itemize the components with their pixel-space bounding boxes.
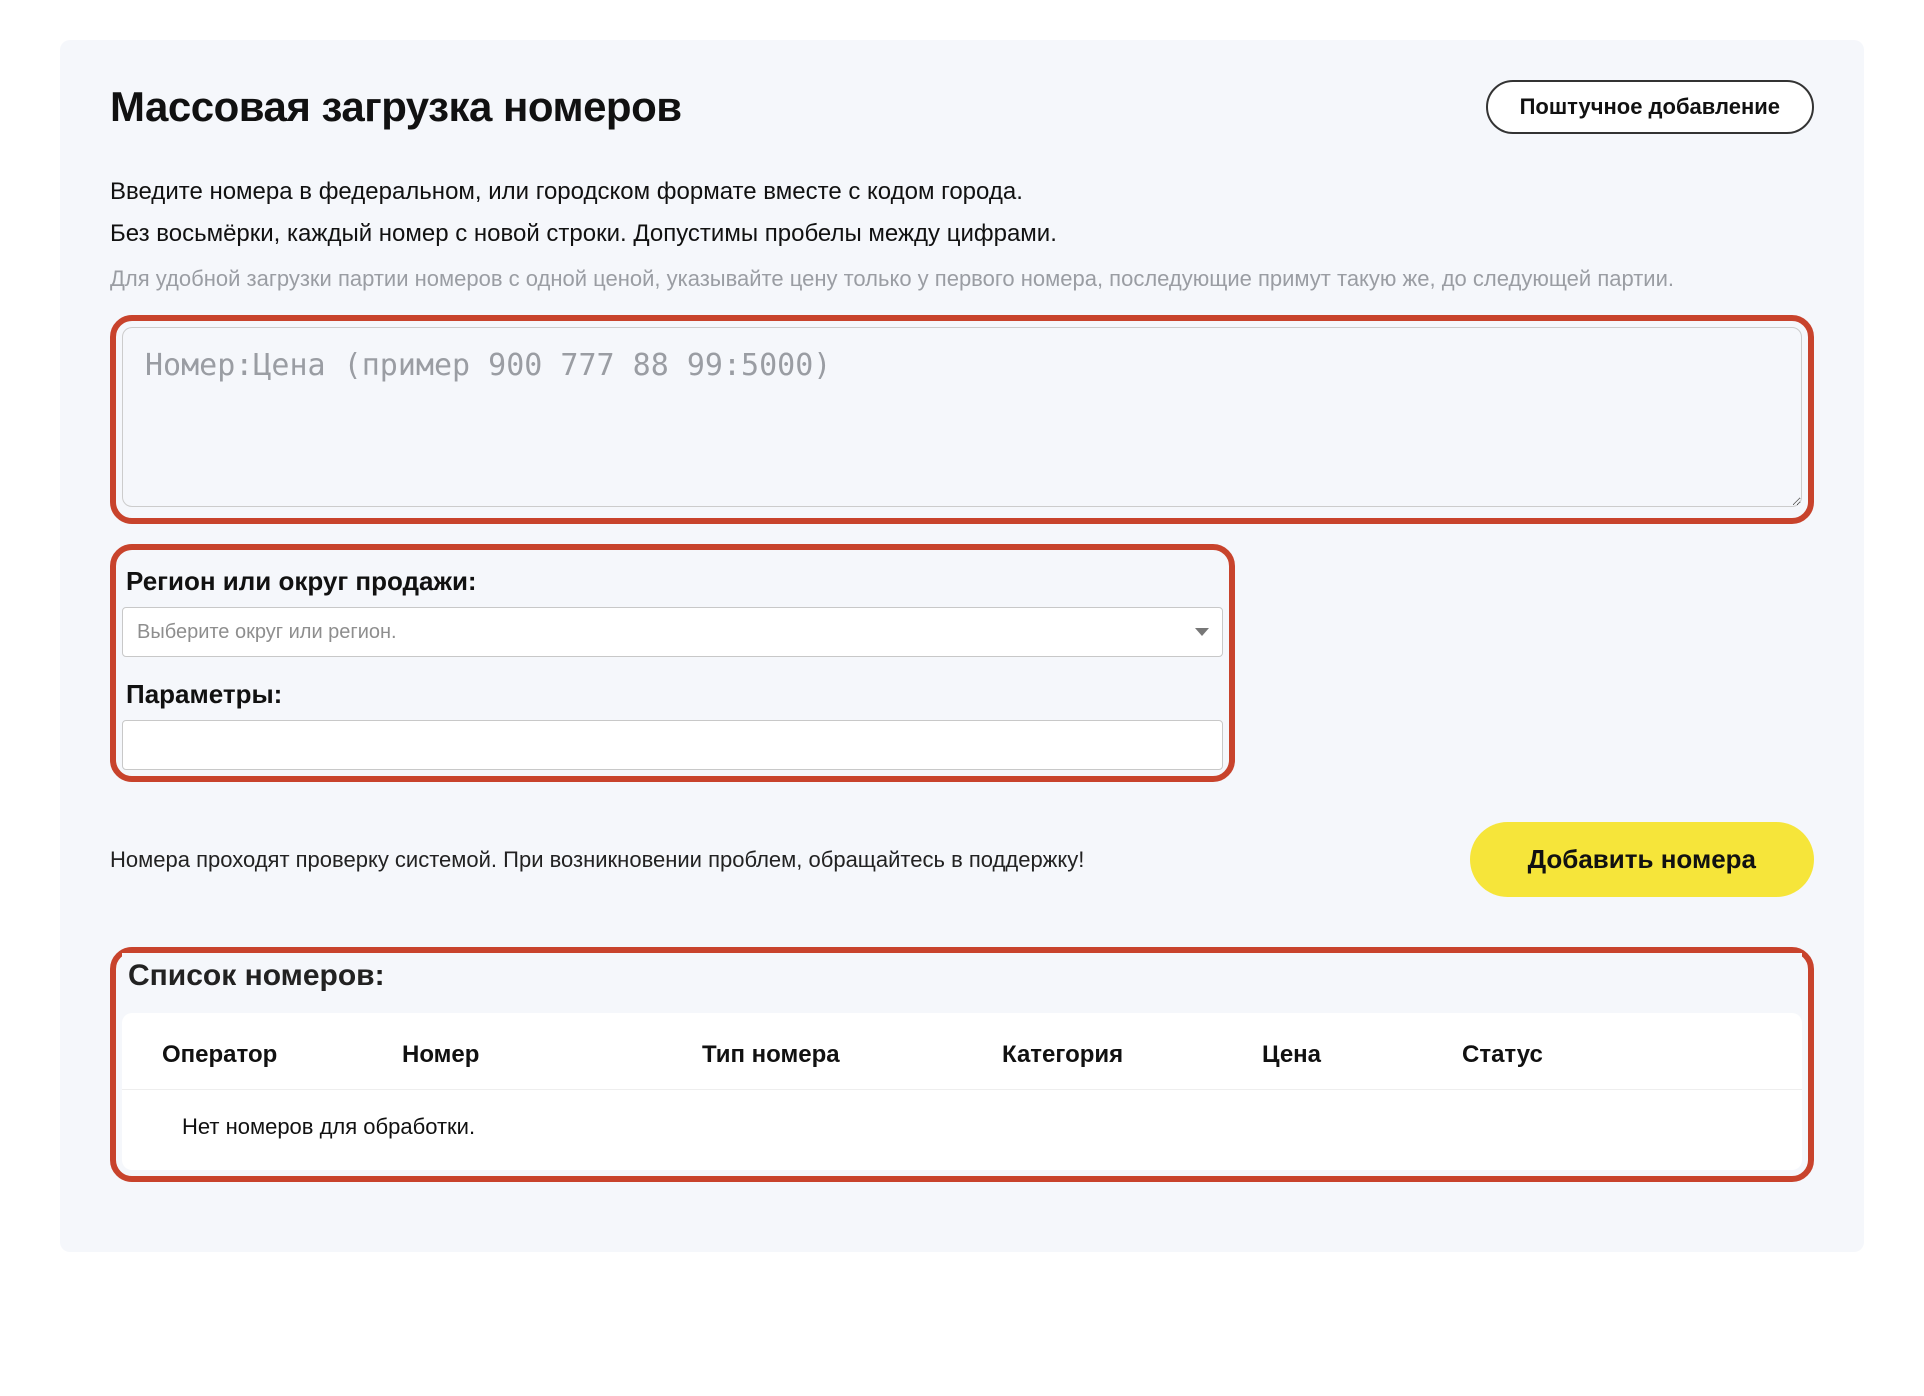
instruction-line-2: Без восьмёрки, каждый номер с новой стро… bbox=[110, 216, 1814, 252]
params-label: Параметры: bbox=[126, 679, 1223, 710]
numbers-input-highlight bbox=[110, 315, 1814, 524]
bulk-upload-panel: Массовая загрузка номеров Поштучное доба… bbox=[60, 40, 1864, 1252]
numbers-list-title: Список номеров: bbox=[122, 953, 1802, 1013]
instruction-line-1: Введите номера в федеральном, или городс… bbox=[110, 174, 1814, 210]
col-category: Категория bbox=[1002, 1041, 1262, 1069]
col-operator: Оператор bbox=[162, 1041, 402, 1069]
header-row: Массовая загрузка номеров Поштучное доба… bbox=[110, 80, 1814, 134]
numbers-list-highlight: Список номеров: Оператор Номер Тип номер… bbox=[110, 947, 1814, 1182]
numbers-textarea[interactable] bbox=[122, 327, 1802, 507]
params-input[interactable] bbox=[122, 720, 1223, 770]
numbers-list-block: Оператор Номер Тип номера Категория Цена… bbox=[122, 1013, 1802, 1170]
region-select-wrap: Выберите округ или регион. bbox=[122, 607, 1223, 657]
actions-row: Номера проходят проверку системой. При в… bbox=[110, 822, 1814, 897]
col-status: Статус bbox=[1462, 1041, 1762, 1069]
region-select[interactable]: Выберите округ или регион. bbox=[122, 607, 1223, 657]
col-price: Цена bbox=[1262, 1041, 1462, 1069]
col-type: Тип номера bbox=[702, 1041, 1002, 1069]
add-numbers-button[interactable]: Добавить номера bbox=[1470, 822, 1814, 897]
single-add-button[interactable]: Поштучное добавление bbox=[1486, 80, 1814, 134]
page-title: Массовая загрузка номеров bbox=[110, 83, 682, 131]
region-label: Регион или округ продажи: bbox=[126, 566, 1223, 597]
region-params-highlight: Регион или округ продажи: Выберите округ… bbox=[110, 544, 1235, 782]
instruction-line-3: Для удобной загрузки партии номеров с од… bbox=[110, 262, 1814, 295]
numbers-empty-row: Нет номеров для обработки. bbox=[122, 1090, 1802, 1170]
numbers-table-head: Оператор Номер Тип номера Категория Цена… bbox=[122, 1013, 1802, 1090]
col-number: Номер bbox=[402, 1041, 702, 1069]
support-hint: Номера проходят проверку системой. При в… bbox=[110, 847, 1084, 873]
